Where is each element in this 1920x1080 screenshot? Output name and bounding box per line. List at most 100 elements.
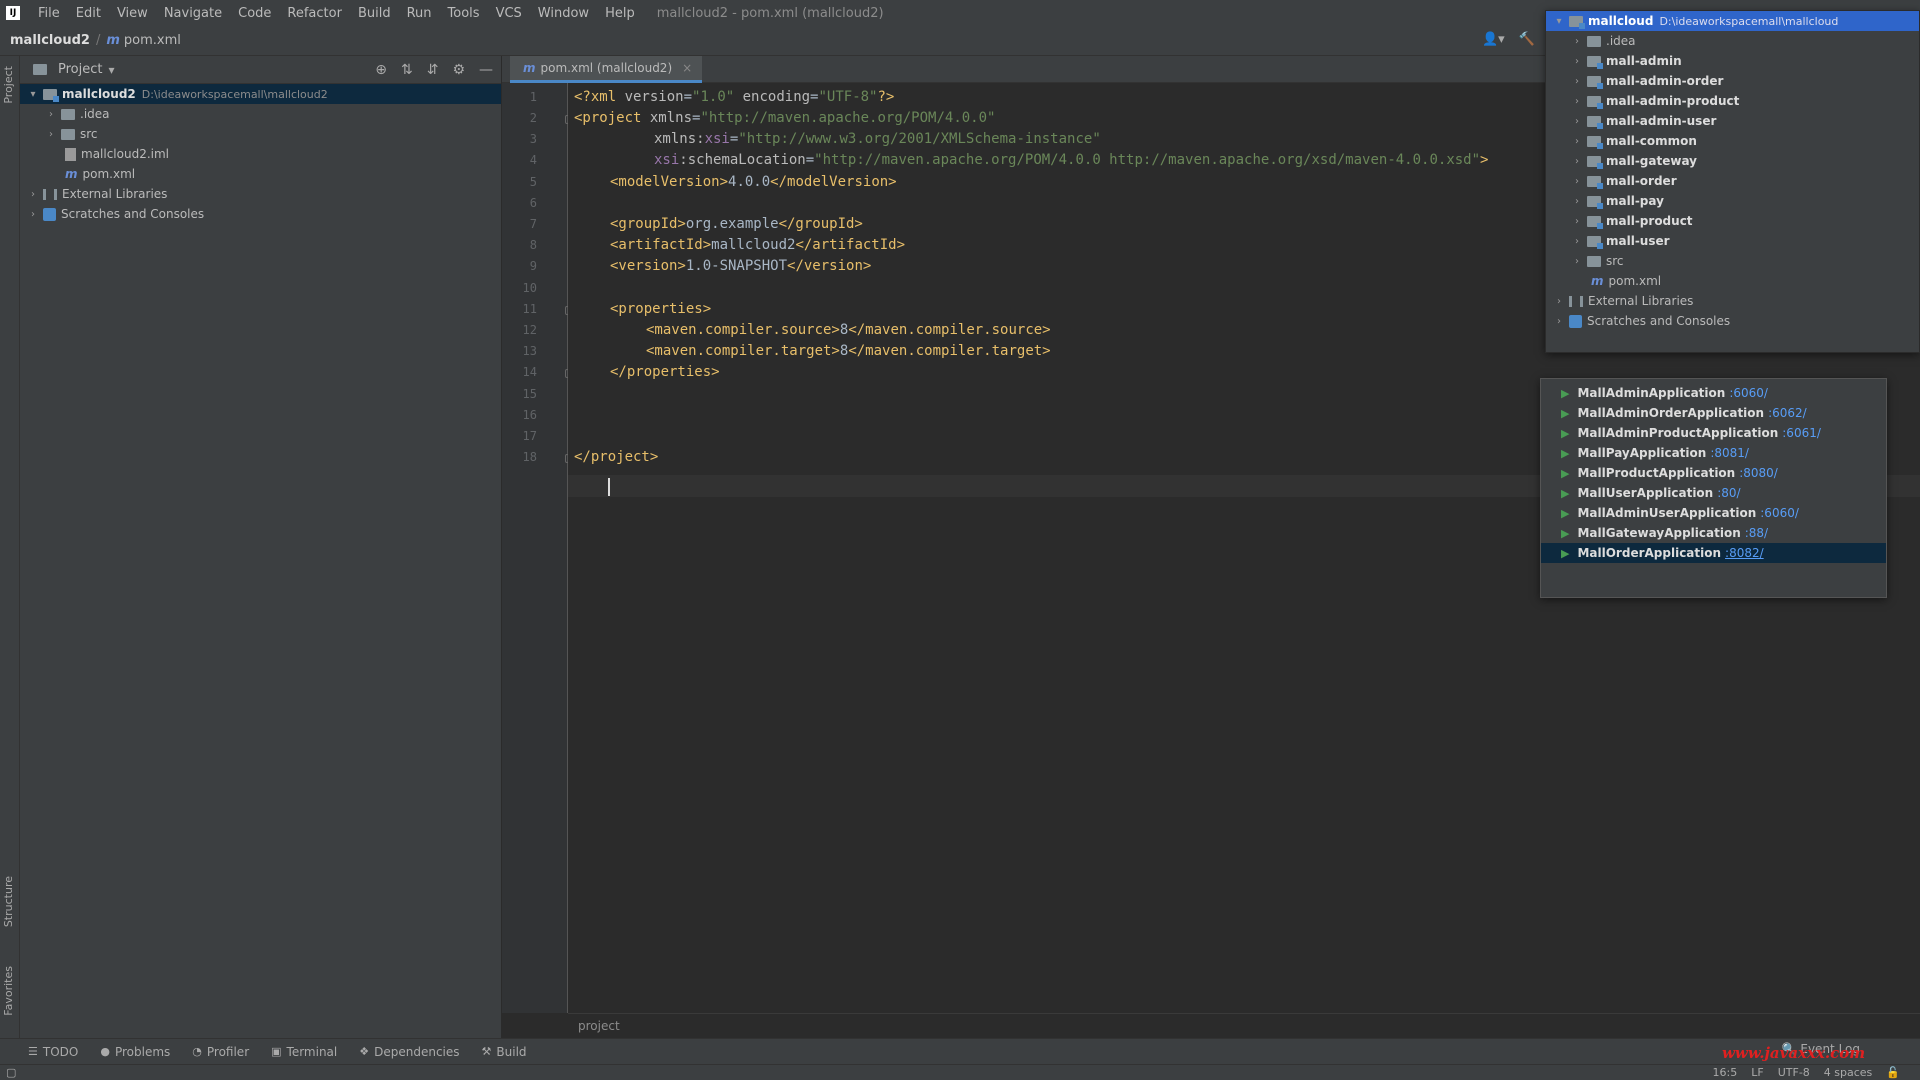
tree-item-scratches[interactable]: › Scratches and Consoles xyxy=(20,204,501,224)
tree-item-module[interactable]: › mall-product xyxy=(1546,211,1919,231)
menu-code[interactable]: Code xyxy=(230,6,279,21)
tree-item-src[interactable]: › src xyxy=(1546,251,1919,271)
chevron-down-icon[interactable]: ▾ xyxy=(1552,16,1566,27)
tree-item-external-libraries[interactable]: › External Libraries xyxy=(1546,291,1919,311)
chevron-right-icon[interactable]: › xyxy=(26,189,40,200)
chevron-right-icon[interactable]: › xyxy=(44,109,58,120)
tree-item-module[interactable]: › mall-gateway xyxy=(1546,151,1919,171)
menu-view[interactable]: View xyxy=(109,6,156,21)
tool-button-profiler[interactable]: ◔ Profiler xyxy=(192,1045,249,1059)
line-separator[interactable]: LF xyxy=(1751,1066,1763,1079)
window-layout-icon[interactable]: ▢ xyxy=(6,1066,16,1079)
chevron-right-icon[interactable]: › xyxy=(1552,316,1566,327)
tree-item-module[interactable]: › mall-admin xyxy=(1546,51,1919,71)
breadcrumb-tag[interactable]: project xyxy=(578,1019,620,1033)
tool-tab-favorites[interactable]: Favorites xyxy=(2,966,15,1016)
tool-button-build[interactable]: ⚒ Build xyxy=(482,1045,527,1059)
hammer-icon[interactable]: 🔨 xyxy=(1519,32,1535,47)
tree-item-module[interactable]: › mall-admin-order xyxy=(1546,71,1919,91)
menu-file[interactable]: File xyxy=(30,6,68,21)
tree-item-external-libraries[interactable]: › External Libraries xyxy=(20,184,501,204)
menu-build[interactable]: Build xyxy=(350,6,399,21)
run-play-icon[interactable]: ▶ xyxy=(1561,447,1569,460)
menu-help[interactable]: Help xyxy=(597,6,643,21)
run-item-port-link[interactable]: :6060/ xyxy=(1729,386,1768,400)
hide-icon[interactable]: — xyxy=(479,62,493,78)
chevron-down-icon[interactable]: ▾ xyxy=(26,89,40,100)
menu-vcs[interactable]: VCS xyxy=(488,6,530,21)
tool-button-dependencies[interactable]: ❖ Dependencies xyxy=(359,1045,459,1059)
tree-item-module[interactable]: › mall-admin-user xyxy=(1546,111,1919,131)
menu-edit[interactable]: Edit xyxy=(68,6,109,21)
run-play-icon[interactable]: ▶ xyxy=(1561,547,1569,560)
tree-item-src[interactable]: › src xyxy=(20,124,501,144)
tree-item-mallcloud2[interactable]: ▾ mallcloud2 D:\ideaworkspacemall\mallcl… xyxy=(20,84,501,104)
run-item[interactable]: ▶ MallAdminApplication:6060/ xyxy=(1541,383,1886,403)
run-play-icon[interactable]: ▶ xyxy=(1561,407,1569,420)
run-play-icon[interactable]: ▶ xyxy=(1561,467,1569,480)
lock-icon[interactable]: 🔓 xyxy=(1886,1066,1900,1079)
run-play-icon[interactable]: ▶ xyxy=(1561,487,1569,500)
project-view-selector[interactable]: Project xyxy=(58,62,102,77)
tool-button-problems[interactable]: ● Problems xyxy=(100,1045,170,1059)
menu-run[interactable]: Run xyxy=(399,6,440,21)
run-play-icon[interactable]: ▶ xyxy=(1561,427,1569,440)
chevron-right-icon[interactable]: › xyxy=(1552,296,1566,307)
run-item-port-link[interactable]: :6061/ xyxy=(1782,426,1821,440)
tree-item-idea[interactable]: › .idea xyxy=(1546,31,1919,51)
run-item[interactable]: ▶ MallAdminOrderApplication:6062/ xyxy=(1541,403,1886,423)
gear-icon[interactable]: ⚙ xyxy=(452,62,465,78)
menu-window[interactable]: Window xyxy=(530,6,597,21)
run-play-icon[interactable]: ▶ xyxy=(1561,387,1569,400)
tree-item-module[interactable]: › mall-admin-product xyxy=(1546,91,1919,111)
tree-item-pom[interactable]: m pom.xml xyxy=(1546,271,1919,291)
file-encoding[interactable]: UTF-8 xyxy=(1778,1066,1810,1079)
expand-all-icon[interactable]: ⇅ xyxy=(401,62,413,78)
chevron-right-icon[interactable]: › xyxy=(44,129,58,140)
tree-item-idea[interactable]: › .idea xyxy=(20,104,501,124)
run-item[interactable]: ▶ MallGatewayApplication:88/ xyxy=(1541,523,1886,543)
chevron-right-icon[interactable]: › xyxy=(1570,136,1584,147)
user-icon[interactable]: 👤▾ xyxy=(1482,32,1505,47)
menu-refactor[interactable]: Refactor xyxy=(279,6,350,21)
tree-item-iml[interactable]: mallcloud2.iml xyxy=(20,144,501,164)
run-item-port-link[interactable]: :8080/ xyxy=(1739,466,1778,480)
run-item[interactable]: ▶ MallPayApplication:8081/ xyxy=(1541,443,1886,463)
tree-item-module[interactable]: › mall-order xyxy=(1546,171,1919,191)
tool-button-terminal[interactable]: ▣ Terminal xyxy=(271,1045,337,1059)
locate-icon[interactable]: ⊕ xyxy=(375,62,387,78)
tree-item-module[interactable]: › mall-user xyxy=(1546,231,1919,251)
chevron-right-icon[interactable]: › xyxy=(26,209,40,220)
editor-tab-pom[interactable]: m pom.xml (mallcloud2) × xyxy=(510,56,703,83)
chevron-right-icon[interactable]: › xyxy=(1570,36,1584,47)
menu-tools[interactable]: Tools xyxy=(440,6,488,21)
run-item-port-link[interactable]: :80/ xyxy=(1717,486,1740,500)
chevron-right-icon[interactable]: › xyxy=(1570,256,1584,267)
tree-item-mallcloud[interactable]: ▾ mallcloud D:\ideaworkspacemall\mallclo… xyxy=(1546,11,1919,31)
chevron-right-icon[interactable]: › xyxy=(1570,176,1584,187)
run-item[interactable]: ▶ MallProductApplication:8080/ xyxy=(1541,463,1886,483)
tool-tab-structure[interactable]: Structure xyxy=(2,876,15,927)
chevron-right-icon[interactable]: › xyxy=(1570,236,1584,247)
tree-item-scratches[interactable]: › Scratches and Consoles xyxy=(1546,311,1919,331)
chevron-right-icon[interactable]: › xyxy=(1570,116,1584,127)
menu-navigate[interactable]: Navigate xyxy=(156,6,230,21)
chevron-right-icon[interactable]: › xyxy=(1570,96,1584,107)
run-item-port-link[interactable]: :8082/ xyxy=(1725,546,1764,560)
run-item-selected[interactable]: ▶ MallOrderApplication:8082/ xyxy=(1541,543,1886,563)
run-item[interactable]: ▶ MallAdminProductApplication:6061/ xyxy=(1541,423,1886,443)
chevron-right-icon[interactable]: › xyxy=(1570,156,1584,167)
run-item-port-link[interactable]: :8081/ xyxy=(1710,446,1749,460)
collapse-all-icon[interactable]: ⇵ xyxy=(427,62,439,78)
tree-item-module[interactable]: › mall-pay xyxy=(1546,191,1919,211)
run-item[interactable]: ▶ MallAdminUserApplication:6060/ xyxy=(1541,503,1886,523)
chevron-right-icon[interactable]: › xyxy=(1570,76,1584,87)
run-item-port-link[interactable]: :88/ xyxy=(1745,526,1768,540)
chevron-right-icon[interactable]: › xyxy=(1570,196,1584,207)
close-icon[interactable]: × xyxy=(682,61,692,75)
tool-button-todo[interactable]: ☰ TODO xyxy=(28,1045,78,1059)
breadcrumb-file[interactable]: pom.xml xyxy=(124,33,181,48)
indent-setting[interactable]: 4 spaces xyxy=(1824,1066,1873,1079)
caret-position[interactable]: 16:5 xyxy=(1713,1066,1738,1079)
chevron-right-icon[interactable]: › xyxy=(1570,56,1584,67)
